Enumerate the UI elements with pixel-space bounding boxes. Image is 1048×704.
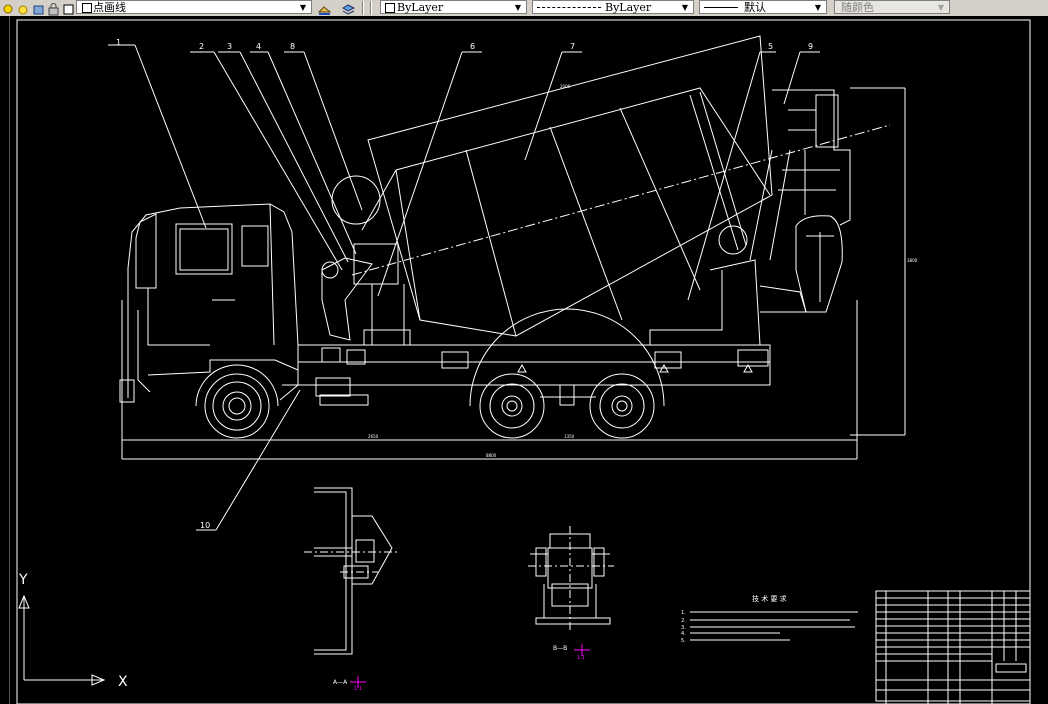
balloon-7: 7	[570, 42, 575, 51]
layer-previous-icon[interactable]	[317, 1, 332, 15]
svg-text:1350: 1350	[564, 434, 575, 439]
balloon-4: 4	[256, 42, 261, 51]
bulb-icon[interactable]	[2, 1, 15, 14]
water-tank	[331, 175, 381, 225]
lineweight-control[interactable]: 默认 ▼	[699, 0, 827, 14]
balloon-2: 2	[199, 42, 204, 51]
properties-toolbar: 点画线 ▼ ByLayer ▼ ByLayer ▼ 默认 ▼ 随颜色 ▼	[0, 0, 1048, 17]
plotstyle-control: 随颜色 ▼	[834, 0, 950, 14]
linetype-control[interactable]: ByLayer ▼	[532, 0, 694, 14]
sun-icon[interactable]	[17, 1, 30, 15]
chevron-down-icon[interactable]: ▼	[812, 1, 824, 14]
left-scroll-edge	[0, 16, 10, 704]
layers-icon[interactable]	[342, 1, 356, 15]
front-wheel	[204, 373, 270, 439]
plotstyle-control-value: 随颜色	[841, 1, 874, 14]
ucs-y-label: Y	[18, 572, 28, 588]
section-b-detail	[528, 526, 614, 630]
balloon-1: 1	[116, 38, 121, 47]
balloon-3: 3	[227, 42, 232, 51]
chevron-down-icon[interactable]: ▼	[512, 1, 524, 14]
balloon-6: 6	[470, 42, 475, 51]
title-block	[875, 590, 1031, 704]
toolbar-separator	[370, 1, 372, 15]
linetype-control-value: ByLayer	[605, 1, 652, 14]
lock-icon[interactable]	[47, 1, 60, 16]
color-control[interactable]: ByLayer ▼	[380, 0, 527, 14]
layer-combo[interactable]: 点画线 ▼	[76, 0, 312, 14]
mixer-drum	[367, 35, 773, 337]
color-control-value: ByLayer	[397, 1, 444, 14]
chevron-down-icon[interactable]: ▼	[297, 1, 309, 14]
linetype-preview	[537, 7, 601, 8]
lineweight-preview	[704, 7, 738, 8]
tech-req-item-2: 2.	[681, 618, 686, 624]
chevron-down-icon[interactable]: ▼	[679, 1, 691, 14]
rear-roller	[718, 225, 748, 255]
section-a-detail	[304, 487, 398, 655]
tech-req-item-1: 1.	[681, 610, 686, 616]
ucs-x-label: X	[118, 674, 128, 690]
toolbar-separator	[362, 1, 364, 15]
svg-text:2000: 2000	[560, 84, 571, 89]
svg-text:3800: 3800	[907, 258, 918, 263]
color-box	[385, 3, 395, 13]
svg-text:2650: 2650	[368, 434, 379, 439]
chassis-frame	[297, 344, 771, 386]
layer-name: 点画线	[93, 1, 126, 14]
drawing-canvas[interactable]: 2650 1350 8800 3800 2000 1 2 3 4 8 6 7 5…	[0, 16, 1048, 704]
freeze-icon[interactable]	[32, 1, 45, 15]
balloon-9: 9	[808, 42, 813, 51]
tech-req-item-4: 4.	[681, 631, 686, 637]
lineweight-control-value: 默认	[744, 1, 766, 14]
balloon-10: 10	[200, 521, 210, 530]
chevron-down-icon: ▼	[937, 3, 945, 12]
tech-req-title: 技 术 要 求	[752, 594, 787, 603]
section-a-label: A—A	[333, 679, 348, 686]
section-b-scale: 1:1	[577, 655, 585, 661]
balloon-8: 8	[290, 42, 295, 51]
ucs-icon	[18, 594, 106, 686]
cad-drawing[interactable]: 2650 1350 8800 3800 2000 1 2 3 4 8 6 7 5…	[0, 16, 1048, 704]
balloon-5: 5	[768, 42, 773, 51]
section-b-label: B—B	[553, 645, 567, 652]
technical-requirements	[690, 611, 858, 641]
color-swatch-icon[interactable]	[62, 1, 75, 15]
tech-req-item-5: 5.	[681, 638, 686, 644]
discharge-chute	[795, 215, 843, 313]
svg-text:8800: 8800	[486, 453, 497, 458]
layer-color-box	[82, 3, 92, 13]
